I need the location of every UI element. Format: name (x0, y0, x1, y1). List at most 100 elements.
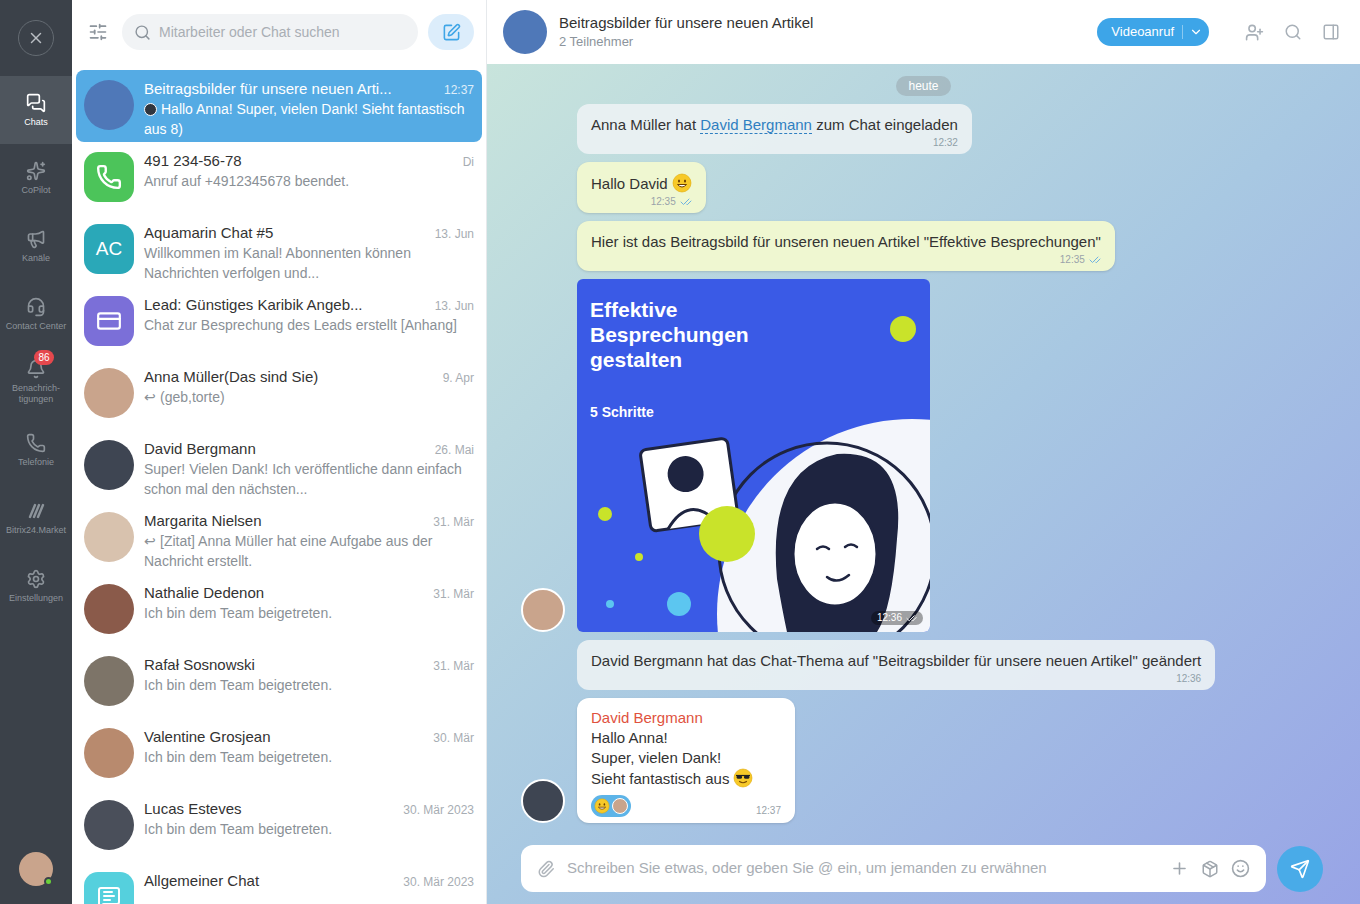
chat-list-item[interactable]: Nathalie Dedenon31. MärIch bin dem Team … (76, 574, 482, 646)
chat-time: 30. Mär (433, 729, 474, 747)
search-field[interactable]: Mitarbeiter oder Chat suchen (122, 14, 418, 50)
chat-title: Allgemeiner Chat (144, 870, 259, 891)
chat-preview: Ich bin dem Team beigetreten. (144, 603, 474, 623)
avatar[interactable] (84, 872, 134, 904)
group-chat-icon (97, 885, 121, 904)
close-icon (27, 29, 45, 47)
chat-list: Beitragsbilder für unsere neuen Arti...1… (72, 64, 486, 904)
nav-icon (26, 93, 46, 113)
search-icon[interactable] (1284, 23, 1302, 41)
image-time: 12:36 (871, 611, 923, 625)
message-row: Hier ist das Beitragsbild für unseren ne… (487, 221, 1360, 271)
nav-icon (26, 161, 46, 181)
compose-button[interactable] (428, 14, 474, 50)
compose-icon (442, 23, 461, 42)
avatar[interactable] (84, 656, 134, 706)
author-name[interactable]: David Bergmann (591, 708, 781, 728)
reactions[interactable] (591, 795, 631, 817)
video-call-button[interactable]: Videoanruf (1097, 18, 1209, 46)
chat-list-item[interactable]: Lucas Esteves30. Mär 2023Ich bin dem Tea… (76, 790, 482, 862)
chat-title: David Bergmann (144, 438, 256, 459)
sidebar-toggle-icon[interactable] (1322, 23, 1340, 41)
chat-preview: Willkommen im Kanal! Abonnenten können N… (144, 243, 474, 283)
nav-item[interactable]: Kanäle (0, 212, 72, 280)
chat-subtitle[interactable]: 2 Teilnehmer (559, 33, 813, 51)
grinning-emoji-icon (672, 173, 692, 193)
system-message: Anna Müller hat David Bergmann zum Chat … (577, 104, 972, 154)
message-time: 12:37 (756, 805, 781, 817)
message-row: David Bergmann hat das Chat-Thema auf "B… (487, 640, 1360, 690)
send-button[interactable] (1277, 846, 1323, 892)
avatar[interactable] (84, 512, 134, 562)
image-title: Effektive Besprechungen gestalten (590, 297, 790, 372)
avatar[interactable] (84, 584, 134, 634)
messages-area: heuteAnna Müller hat David Bergmann zum … (487, 64, 1360, 904)
chat-list-item[interactable]: ACAquamarin Chat #513. JunWillkommen im … (76, 214, 482, 286)
avatar[interactable] (84, 800, 134, 850)
market-icon (26, 501, 46, 521)
chat-list-item[interactable]: Lead: Günstiges Karibik Angeb...13. JunC… (76, 286, 482, 358)
post-image[interactable]: Effektive Besprechungen gestalten 5 Schri… (577, 279, 930, 632)
chat-list-item[interactable]: Beitragsbilder für unsere neuen Arti...1… (76, 70, 482, 142)
avatar[interactable]: AC (84, 224, 134, 274)
search-icon (134, 24, 151, 41)
nav-item[interactable]: Bitrix24.Market (0, 484, 72, 552)
smile-icon[interactable] (1231, 859, 1250, 878)
chat-list-item[interactable]: David Bergmann26. MaiSuper! Vielen Dank!… (76, 430, 482, 502)
chat-title: Aquamarin Chat #5 (144, 222, 273, 243)
avatar[interactable] (84, 296, 134, 346)
message-input[interactable]: Schreiben Sie etwas, oder geben Sie @ ei… (521, 845, 1266, 892)
chat-title: Lead: Günstiges Karibik Angeb... (144, 294, 362, 315)
attach-icon[interactable] (537, 860, 555, 878)
chat-time: 30. Mär 2023 (403, 873, 474, 891)
chat-preview: Hallo Anna! Super, vielen Dank! Sieht fa… (144, 99, 474, 139)
read-check-icon (680, 196, 692, 208)
close-button[interactable] (18, 20, 54, 56)
message-avatar[interactable] (521, 588, 565, 632)
chat-list-item[interactable]: Allgemeiner Chat 30. Mär 2023 (76, 862, 482, 904)
chat-list-item[interactable]: Anna Müller(Das sind Sie)9. Apr↩(geb,tor… (76, 358, 482, 430)
image-subtitle: 5 Schritte (590, 402, 917, 423)
chat-list-panel: Mitarbeiter oder Chat suchen Beitragsbild… (72, 0, 487, 904)
message-time: 12:32 (933, 137, 958, 149)
nav-item[interactable]: 86Benachrich-tigungen (0, 348, 72, 416)
chat-list-item[interactable]: Margarita Nielsen31. Mär↩[Zitat] Anna Mü… (76, 502, 482, 574)
plus-icon[interactable] (1170, 859, 1189, 878)
chat-list-item[interactable]: Valentine Grosjean30. MärIch bin dem Tea… (76, 718, 482, 790)
message-time: 12:35 (651, 196, 676, 208)
chat-title: Margarita Nielsen (144, 510, 262, 531)
nav-rail: ChatsCoPilotKanäleContact Center86Benach… (0, 0, 72, 904)
message-row: Hallo David12:35 (487, 162, 1360, 213)
chat-title: Valentine Grosjean (144, 726, 270, 747)
chat-list-item[interactable]: Rafał Sosnowski31. MärIch bin dem Team b… (76, 646, 482, 718)
own-message: Hallo David12:35 (577, 162, 706, 213)
chat-time: 9. Apr (443, 369, 474, 387)
notification-badge: 86 (34, 350, 54, 365)
nav-item[interactable]: Telefonie (0, 416, 72, 484)
avatar[interactable] (84, 152, 134, 202)
message-avatar[interactable] (521, 779, 565, 823)
avatar[interactable] (84, 440, 134, 490)
nav-item[interactable]: CoPilot (0, 144, 72, 212)
grinning-emoji-icon (594, 798, 610, 814)
add-user-icon[interactable] (1245, 23, 1264, 42)
chevron-down-icon (1189, 25, 1203, 39)
nav-item[interactable]: Contact Center (0, 280, 72, 348)
nav-item[interactable]: Chats (0, 76, 72, 144)
nav-item[interactable]: Einstellungen (0, 552, 72, 620)
filter-icon[interactable] (88, 22, 108, 42)
user-link[interactable]: David Bergmann (700, 116, 812, 134)
message-time: 12:35 (1060, 254, 1085, 266)
message-row: Effektive Besprechungen gestalten 5 Schri… (487, 279, 1360, 632)
avatar[interactable] (84, 368, 134, 418)
sunglasses-emoji-icon (733, 768, 753, 788)
chat-title: Beitragsbilder für unsere neuen Artikel (559, 13, 813, 33)
avatar[interactable] (84, 728, 134, 778)
box-icon[interactable] (1201, 860, 1219, 878)
chat-preview: Super! Vielen Dank! Ich veröffentliche d… (144, 459, 474, 499)
chat-list-item[interactable]: 491 234-56-78DiAnruf auf +4912345678 bee… (76, 142, 482, 214)
chat-title: Rafał Sosnowski (144, 654, 255, 675)
chat-avatar[interactable] (503, 10, 547, 54)
chat-title: Nathalie Dedenon (144, 582, 264, 603)
avatar[interactable] (84, 80, 134, 130)
